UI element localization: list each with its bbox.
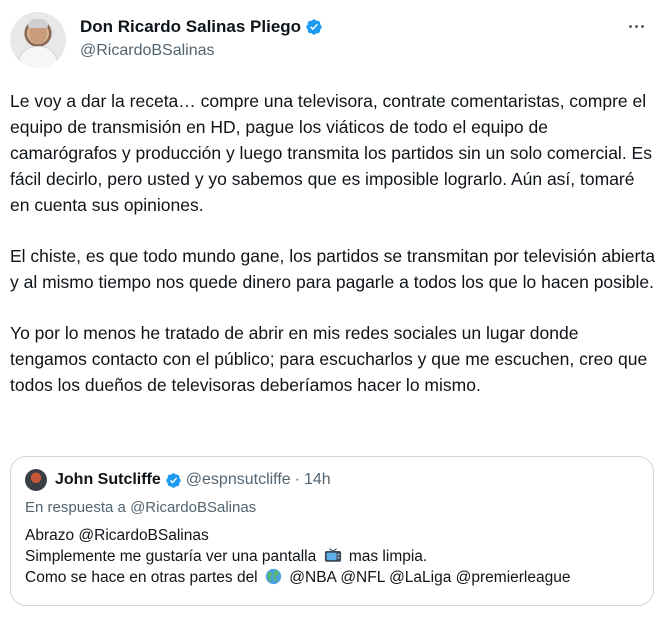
quoted-line-part: mas limpia.	[348, 548, 428, 565]
author-name-block[interactable]: Don Ricardo Salinas Pliego @RicardoBSali…	[80, 16, 323, 62]
tweet-paragraph: Le voy a dar la receta… compre una telev…	[10, 91, 652, 215]
tweet-header: Don Ricardo Salinas Pliego @RicardoBSali…	[10, 12, 653, 70]
quoted-line-part: Simplemente me gustaría ver una pantalla	[25, 548, 317, 565]
quoted-author-avatar[interactable]	[25, 469, 47, 491]
reply-context: En respuesta a @RicardoBSalinas	[25, 499, 257, 516]
quoted-line: Abrazo @RicardoBSalinas	[25, 527, 209, 544]
author-display-name-row[interactable]: Don Ricardo Salinas Pliego	[80, 16, 323, 38]
quoted-line: Como se hace en otras partes del @NBA @N…	[25, 567, 639, 588]
tweet-paragraph: Yo por lo menos he tratado de abrir en m…	[10, 323, 648, 395]
verified-badge-icon	[166, 472, 181, 488]
more-options-icon[interactable]	[621, 14, 651, 38]
quoted-author-name[interactable]: John Sutcliffe	[55, 471, 161, 489]
quoted-tweet-header: John Sutcliffe @espnsutcliffe · 14h	[25, 469, 639, 491]
globe-emoji-icon	[265, 568, 282, 585]
quoted-line: Simplemente me gustaría ver una pantalla…	[25, 546, 639, 567]
quoted-author-handle[interactable]: @espnsutcliffe	[186, 471, 291, 489]
television-emoji-icon	[324, 548, 341, 562]
author-handle[interactable]: @RicardoBSalinas	[80, 40, 323, 62]
quoted-timestamp[interactable]: 14h	[304, 471, 331, 489]
tweet-text: Le voy a dar la receta… compre una telev…	[10, 88, 655, 423]
author-avatar[interactable]	[10, 12, 66, 68]
quoted-line-part: @NBA @NFL @LaLiga @premierleague	[289, 569, 571, 586]
quoted-tweet-card[interactable]: John Sutcliffe @espnsutcliffe · 14h En r…	[10, 456, 654, 606]
verified-badge-icon	[306, 19, 322, 35]
quoted-tweet-text: Abrazo @RicardoBSalinas Simplemente me g…	[25, 525, 639, 588]
author-display-name[interactable]: Don Ricardo Salinas Pliego	[80, 16, 301, 38]
separator-dot: ·	[294, 471, 300, 488]
tweet-paragraph: El chiste, es que todo mundo gane, los p…	[10, 246, 655, 292]
quoted-line-part: Como se hace en otras partes del	[25, 569, 258, 586]
